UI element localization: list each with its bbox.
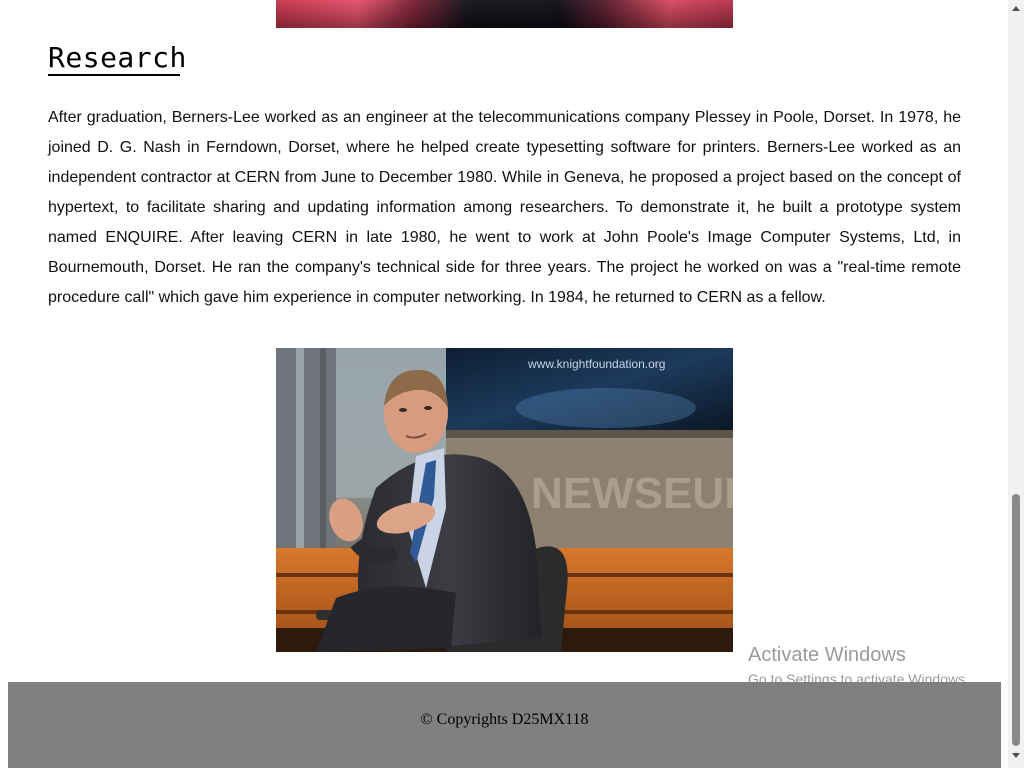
- page-footer: © Copyrights D25MX118: [8, 682, 1001, 768]
- scroll-thumb[interactable]: [1012, 494, 1020, 746]
- scroll-down-arrow-icon[interactable]: [1012, 753, 1020, 758]
- previous-photo-cropped: [276, 0, 733, 28]
- section-title: Research: [48, 41, 187, 74]
- vertical-scrollbar[interactable]: [1008, 0, 1024, 768]
- research-paragraph: After graduation, Berners-Lee worked as …: [48, 109, 961, 306]
- scroll-up-arrow-icon[interactable]: [1012, 6, 1020, 11]
- copyright-text: © Copyrights D25MX118: [420, 711, 589, 728]
- page-viewport: Research After graduation, Berners-Lee w…: [0, 0, 1024, 768]
- title-underline: [48, 74, 180, 76]
- backdrop-sign-text: NEWSEUM: [531, 469, 733, 518]
- watermark-title: Activate Windows: [748, 644, 906, 666]
- berners-lee-photo: www.knightfoundation.org NEWSEUM: [276, 348, 733, 652]
- backdrop-url-text: www.knightfoundation.org: [527, 357, 665, 371]
